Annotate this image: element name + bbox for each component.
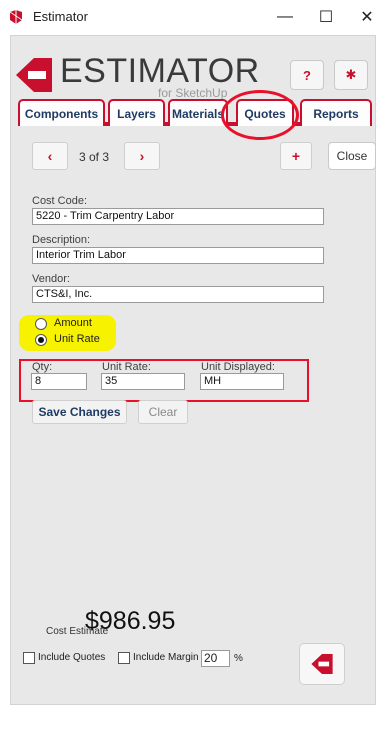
radio-unit-rate[interactable]	[35, 334, 47, 346]
include-quotes-checkbox[interactable]	[23, 652, 35, 664]
percent-label: %	[234, 653, 243, 664]
prev-quote-button[interactable]: ‹	[32, 142, 68, 170]
cost-code-field[interactable]: 5220 - Trim Carpentry Labor	[32, 208, 324, 225]
help-button[interactable]: ?	[290, 60, 324, 90]
annotation-circle	[221, 90, 299, 140]
estimator-logo-icon	[16, 58, 52, 92]
cost-estimate-value: $986.95	[85, 607, 176, 635]
unit-rate-field[interactable]: 35	[101, 373, 185, 390]
chevron-left-icon: ‹	[47, 148, 53, 164]
tab-layers[interactable]: Layers	[108, 99, 165, 126]
tab-materials[interactable]: Materials	[168, 99, 228, 126]
description-field[interactable]: Interior Trim Labor	[32, 247, 324, 264]
add-quote-button[interactable]: +	[280, 142, 312, 170]
include-quotes-label: Include Quotes	[38, 652, 106, 663]
next-quote-button[interactable]: ›	[124, 142, 160, 170]
save-changes-button[interactable]: Save Changes	[32, 400, 127, 424]
estimator-logo-icon	[311, 653, 333, 675]
qty-label: Qty:	[32, 361, 53, 373]
settings-button[interactable]: ✱	[334, 60, 368, 90]
clear-button[interactable]: Clear	[138, 400, 188, 424]
tab-reports[interactable]: Reports	[300, 99, 372, 126]
cost-code-label: Cost Code:	[32, 195, 88, 207]
maximize-button[interactable]: ☐	[306, 4, 346, 30]
close-window-button[interactable]: ✕	[347, 4, 387, 30]
include-margin-checkbox[interactable]	[118, 652, 130, 664]
unit-displayed-field[interactable]: MH	[200, 373, 284, 390]
unit-displayed-label: Unit Displayed:	[201, 361, 275, 373]
close-button[interactable]: Close	[328, 142, 376, 170]
minimize-button[interactable]: —	[265, 4, 305, 30]
tab-components[interactable]: Components	[18, 99, 105, 126]
sketchup-app-icon	[9, 10, 23, 24]
estimator-logo-button[interactable]	[299, 643, 345, 685]
qty-field[interactable]: 8	[31, 373, 87, 390]
include-margin-label: Include Margin	[133, 652, 199, 663]
description-label: Description:	[32, 234, 91, 246]
radio-unit-rate-label: Unit Rate	[54, 333, 100, 345]
logo-subtitle: for SketchUp	[158, 86, 228, 100]
vendor-field[interactable]: CTS&I, Inc.	[32, 286, 324, 303]
quote-position: 3 of 3	[79, 150, 110, 164]
radio-amount-label: Amount	[54, 317, 92, 329]
plus-icon: +	[291, 148, 301, 164]
window-title: Estimator	[33, 9, 88, 24]
vendor-label: Vendor:	[32, 273, 70, 285]
radio-amount[interactable]	[35, 318, 47, 330]
margin-field[interactable]: 20	[201, 650, 230, 667]
unit-rate-label: Unit Rate:	[102, 361, 151, 373]
chevron-right-icon: ›	[139, 148, 145, 164]
